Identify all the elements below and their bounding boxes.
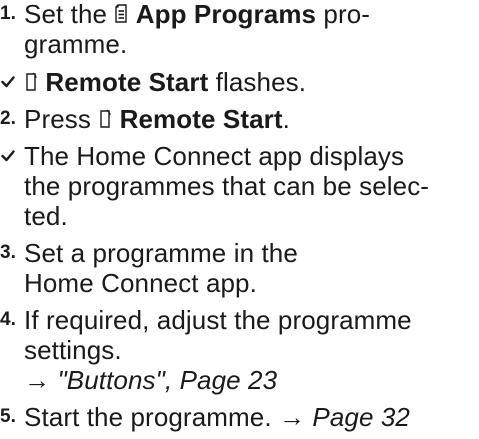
step-line: Set the App Programs pro- xyxy=(24,0,371,29)
check-icon xyxy=(1,76,15,88)
step-line: Press Remote Start. xyxy=(24,104,290,134)
check-icon xyxy=(1,150,15,162)
step-line: Set a programme in the xyxy=(24,238,298,268)
arrow-right-icon: → xyxy=(278,402,313,432)
step-line: Home Connect app. xyxy=(24,268,257,298)
step-number: 5. xyxy=(0,406,17,427)
remote-start-label: Remote Start xyxy=(119,104,283,134)
result-line: Remote Start flashes. xyxy=(24,67,479,97)
step-number: 4. xyxy=(0,309,17,330)
result-line: the programmes that can be selec- xyxy=(24,171,430,201)
remote-start-label: Remote Start xyxy=(45,67,209,97)
step-number: 1. xyxy=(0,3,17,24)
step-4: 4. If required, adjust the programme set… xyxy=(0,305,479,395)
step-1: 1. Set the App Programs pro- gramme. xyxy=(0,0,479,59)
cross-reference[interactable]: → "Buttons", Page 23 xyxy=(24,365,479,395)
step-number: 3. xyxy=(0,242,17,263)
step-number: 2. xyxy=(0,108,17,129)
app-programs-label: App Programs xyxy=(135,0,317,29)
page-reference-link[interactable]: Page 32 xyxy=(312,402,410,432)
step-line: Start the programme. → Page 32 xyxy=(24,402,410,432)
step-line: gramme. xyxy=(24,29,128,59)
page-reference-link[interactable]: "Buttons", Page 23 xyxy=(57,365,277,395)
remote-start-icon xyxy=(24,72,38,92)
step-line: settings. xyxy=(24,335,122,365)
result-1: Remote Start flashes. xyxy=(0,67,479,97)
step-2: 2. Press Remote Start. xyxy=(0,104,479,134)
step-5: 5. Start the programme. → Page 32 xyxy=(0,402,479,432)
remote-start-icon xyxy=(98,109,112,129)
app-programs-icon xyxy=(114,4,128,24)
instruction-list: 1. Set the App Programs pro- gramme. Rem… xyxy=(0,0,479,439)
result-2: The Home Connect app displays the progra… xyxy=(0,141,479,231)
result-line: The Home Connect app displays xyxy=(24,141,405,171)
result-line: ted. xyxy=(24,201,68,231)
arrow-right-icon: → xyxy=(24,365,58,395)
step-line: If required, adjust the programme xyxy=(24,305,412,335)
step-3: 3. Set a programme in the Home Connect a… xyxy=(0,238,479,298)
